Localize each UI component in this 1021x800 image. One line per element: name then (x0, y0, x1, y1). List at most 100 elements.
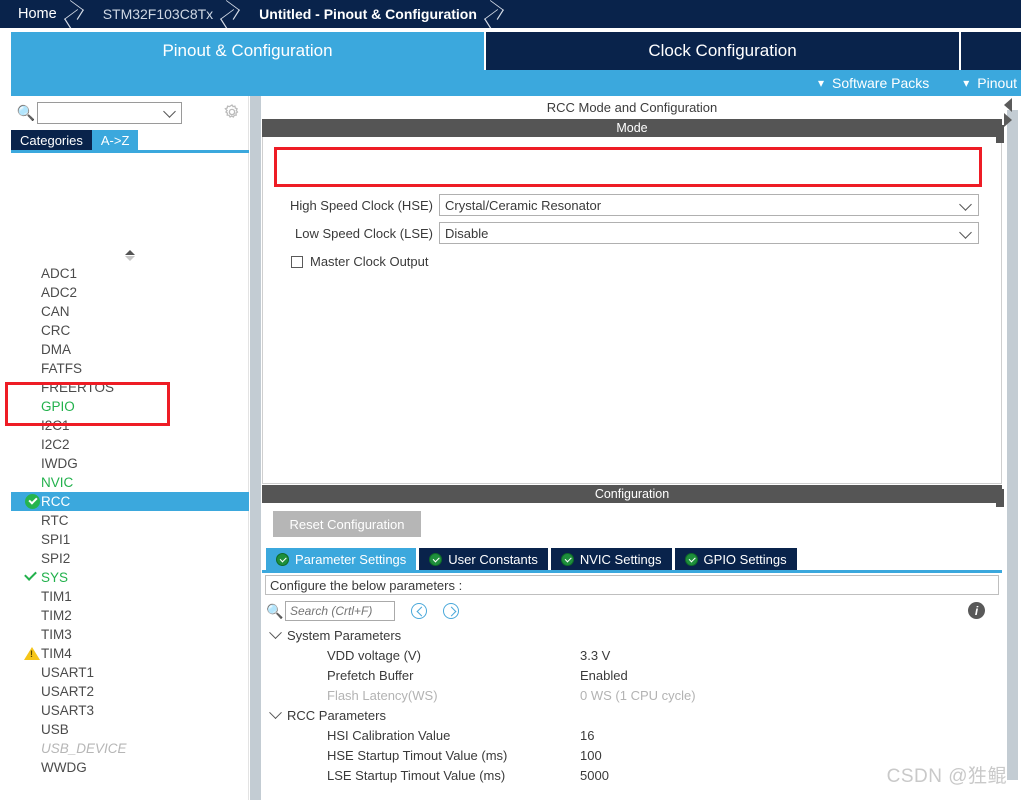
breadcrumb-item-mcu[interactable]: STM32F103C8Tx (89, 0, 219, 28)
reset-configuration-button[interactable]: Reset Configuration (273, 511, 421, 537)
parameter-name: Flash Latency(WS) (327, 687, 438, 703)
master-clock-output-checkbox[interactable] (291, 255, 303, 268)
parameter-value[interactable]: 16 (580, 728, 594, 743)
sidebar-item-usb_device[interactable]: USB_DEVICE (11, 739, 249, 758)
sidebar-item-adc1[interactable]: ADC1 (11, 264, 249, 283)
peripheral-label: USART1 (41, 665, 95, 680)
sidebar-item-can[interactable]: CAN (11, 302, 249, 321)
parameter-row[interactable]: VDD voltage (V) 3.3 V (265, 645, 999, 665)
tree-group-rcc-parameters[interactable]: RCC Parameters (265, 705, 999, 725)
secondary-toolbar: ▾ Software Packs ▾ Pinout (11, 70, 1021, 96)
sidebar-item-adc2[interactable]: ADC2 (11, 283, 249, 302)
sidebar-item-usart1[interactable]: USART1 (11, 663, 249, 682)
chevron-down-icon (269, 625, 282, 639)
tab-nvic-settings[interactable]: NVIC Settings (550, 548, 672, 570)
chevron-down-icon (269, 705, 282, 719)
tab-overflow[interactable] (961, 32, 1021, 70)
tab-gpio-settings[interactable]: GPIO Settings (674, 548, 797, 570)
breadcrumb-item-current[interactable]: Untitled - Pinout & Configuration (245, 0, 483, 28)
tab-pinout-configuration[interactable]: Pinout & Configuration (11, 32, 484, 70)
sidebar-item-gpio[interactable]: GPIO (11, 397, 249, 416)
scroll-left-arrow-icon[interactable] (1004, 98, 1012, 112)
tab-clock-configuration[interactable]: Clock Configuration (486, 32, 959, 70)
parameter-value[interactable]: 5000 (580, 768, 609, 783)
sidebar-item-rtc[interactable]: RTC (11, 511, 249, 530)
sidebar-item-freertos[interactable]: FREERTOS (11, 378, 249, 397)
hse-row: High Speed Clock (HSE) Crystal/Ceramic R… (273, 194, 979, 216)
tab-label: Parameter Settings (295, 551, 407, 567)
sidebar-item-rcc[interactable]: RCC (11, 492, 249, 511)
configuration-section: Configuration Reset Configuration Parame… (262, 485, 1002, 800)
configuration-section-header: Configuration (262, 485, 1002, 503)
sidebar-item-iwdg[interactable]: IWDG (11, 454, 249, 473)
software-packs-label: Software Packs (832, 75, 930, 91)
peripheral-label: NVIC (41, 475, 74, 490)
main-scrollbar-track[interactable] (1007, 110, 1018, 780)
sidebar-item-usart3[interactable]: USART3 (11, 701, 249, 720)
sidebar-item-spi1[interactable]: SPI1 (11, 530, 249, 549)
info-icon[interactable]: i (968, 602, 985, 619)
parameter-search-row: 🔍 i (265, 599, 999, 623)
scroll-right-arrow-icon[interactable] (1004, 113, 1012, 127)
sidebar-item-tim3[interactable]: TIM3 (11, 625, 249, 644)
sidebar-item-crc[interactable]: CRC (11, 321, 249, 340)
parameter-value[interactable]: Enabled (580, 668, 628, 683)
parameter-row[interactable]: HSI Calibration Value 16 (265, 725, 999, 745)
peripheral-label: GPIO (41, 399, 75, 414)
sort-arrows-icon (125, 249, 135, 261)
parameter-value[interactable]: 0 WS (1 CPU cycle) (580, 688, 696, 703)
main-scrollbar[interactable] (1004, 96, 1021, 800)
tree-group-system-parameters[interactable]: System Parameters (265, 625, 999, 645)
tab-user-constants[interactable]: User Constants (419, 548, 548, 570)
previous-match-button[interactable] (411, 603, 427, 619)
mode-scroll-thumb[interactable] (996, 125, 1004, 143)
parameter-search-input[interactable] (285, 601, 395, 621)
hse-dropdown[interactable]: Crystal/Ceramic Resonator (439, 194, 979, 216)
sidebar-item-wwdg[interactable]: WWDG (11, 758, 249, 777)
sort-toggle[interactable] (11, 248, 249, 262)
sidebar-item-usart2[interactable]: USART2 (11, 682, 249, 701)
check-icon (24, 568, 37, 581)
peripheral-label: USART3 (41, 703, 95, 718)
peripheral-label: TIM1 (41, 589, 72, 604)
pinout-menu[interactable]: ▾ Pinout (963, 75, 1021, 91)
sidebar-item-tim4[interactable]: TIM4 (11, 644, 249, 663)
chevron-down-icon: ▾ (963, 76, 970, 90)
sidebar-item-tim1[interactable]: TIM1 (11, 587, 249, 606)
software-packs-menu[interactable]: ▾ Software Packs (818, 75, 929, 91)
sidebar-item-i2c2[interactable]: I2C2 (11, 435, 249, 454)
peripheral-label: DMA (41, 342, 71, 357)
master-clock-output-row[interactable]: Master Clock Output (291, 254, 429, 269)
peripheral-label: RTC (41, 513, 69, 528)
search-icon: 🔍 (266, 602, 284, 619)
hse-label: High Speed Clock (HSE) (289, 197, 433, 213)
sidebar-item-tim2[interactable]: TIM2 (11, 606, 249, 625)
sidebar-item-dma[interactable]: DMA (11, 340, 249, 359)
check-circle-icon (684, 552, 698, 566)
tab-parameter-settings[interactable]: Parameter Settings (266, 548, 417, 570)
sidebar-item-usb[interactable]: USB (11, 720, 249, 739)
sidebar-item-fatfs[interactable]: FATFS (11, 359, 249, 378)
configuration-scroll-thumb[interactable] (996, 489, 1004, 507)
peripheral-label: TIM3 (41, 627, 72, 642)
sidebar-item-spi2[interactable]: SPI2 (11, 549, 249, 568)
parameter-name: HSE Startup Timout Value (ms) (327, 747, 508, 763)
tab-label: NVIC Settings (579, 551, 662, 567)
breadcrumb-chevron-icon (219, 0, 245, 28)
sidebar-item-i2c1[interactable]: I2C1 (11, 416, 249, 435)
sidebar-item-sys[interactable]: SYS (11, 568, 249, 587)
sidebar-scrollbar[interactable] (250, 96, 261, 800)
parameter-value[interactable]: 100 (580, 748, 602, 763)
next-match-button[interactable] (443, 603, 459, 619)
lse-dropdown[interactable]: Disable (439, 222, 979, 244)
parameter-row[interactable]: Prefetch Buffer Enabled (265, 665, 999, 685)
parameter-value[interactable]: 3.3 V (580, 648, 610, 663)
peripheral-label: USART2 (41, 684, 95, 699)
parameter-row[interactable]: Flash Latency(WS) 0 WS (1 CPU cycle) (265, 685, 999, 705)
check-circle-icon (25, 494, 40, 509)
check-circle-icon (429, 552, 443, 566)
sidebar-item-nvic[interactable]: NVIC (11, 473, 249, 492)
configuration-tabs: Parameter Settings User Constants NVIC Set… (266, 548, 800, 570)
breadcrumb-item-home[interactable]: Home (0, 0, 63, 28)
peripheral-label: FREERTOS (41, 380, 115, 395)
